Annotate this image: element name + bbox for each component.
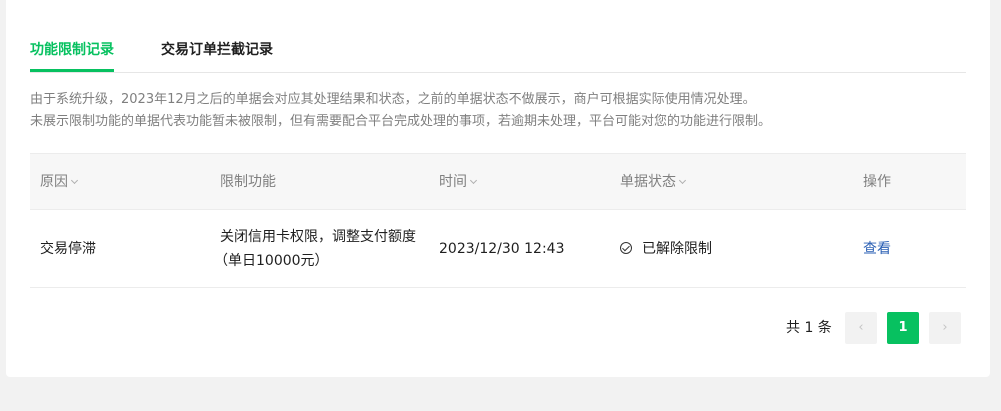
column-header-status[interactable]: 单据状态 xyxy=(620,173,687,191)
cell-function-line-1: 关闭信用卡权限，调整支付额度 xyxy=(220,229,416,245)
main-card: 功能限制记录 交易订单拦截记录 由于系统升级，2023年12月之后的单据会对应其… xyxy=(6,0,990,377)
pagination-total: 共 1 条 xyxy=(786,320,832,336)
prev-page-button[interactable]: ‹ xyxy=(845,312,877,344)
tab-bar: 功能限制记录 交易订单拦截记录 xyxy=(30,0,966,73)
column-header-status-label: 单据状态 xyxy=(620,174,676,190)
column-header-time[interactable]: 时间 xyxy=(439,173,478,191)
cell-reason: 交易停滞 xyxy=(40,241,96,257)
column-header-function-label: 限制功能 xyxy=(220,174,276,190)
table-row: 交易停滞 关闭信用卡权限，调整支付额度 （单日10000元） 2023/12/3… xyxy=(30,210,966,288)
chevron-down-icon xyxy=(70,176,79,185)
chevron-down-icon xyxy=(469,176,478,185)
notice-line-1: 由于系统升级，2023年12月之后的单据会对应其处理结果和状态，之前的单据状态不… xyxy=(30,92,756,107)
chevron-down-icon xyxy=(678,176,687,185)
tab-transaction-interception-records[interactable]: 交易订单拦截记录 xyxy=(161,40,273,60)
records-table: 原因 限制功能 时间 单据状态 操作 交易停滞 关闭信用卡权限，调整支付额度 （… xyxy=(30,153,966,288)
active-tab-indicator xyxy=(30,69,114,72)
column-header-time-label: 时间 xyxy=(439,174,467,190)
next-page-button[interactable]: › xyxy=(929,312,961,344)
cell-status: 已解除限制 xyxy=(620,237,712,261)
notice-line-2: 未展示限制功能的单据代表功能暂未被限制，但有需要配合平台完成处理的事项，若逾期未… xyxy=(30,114,772,129)
check-circle-icon xyxy=(620,242,632,254)
table-header: 原因 限制功能 时间 单据状态 操作 xyxy=(30,153,966,210)
column-header-action: 操作 xyxy=(863,173,891,191)
view-link[interactable]: 查看 xyxy=(863,237,891,261)
cell-function-line-2: （单日10000元） xyxy=(214,253,329,269)
chevron-right-icon: › xyxy=(942,320,948,335)
chevron-left-icon: ‹ xyxy=(858,320,864,335)
column-header-reason-label: 原因 xyxy=(40,174,68,190)
cell-function: 关闭信用卡权限，调整支付额度 （单日10000元） xyxy=(214,225,416,273)
column-header-reason[interactable]: 原因 xyxy=(40,173,79,191)
status-label: 已解除限制 xyxy=(642,241,712,257)
column-header-function: 限制功能 xyxy=(220,173,276,191)
pagination: 共 1 条 ‹ 1 › xyxy=(6,312,990,344)
cell-time: 2023/12/30 12:43 xyxy=(439,241,565,257)
tab-function-restriction-records[interactable]: 功能限制记录 xyxy=(30,40,114,60)
notice-text: 由于系统升级，2023年12月之后的单据会对应其处理结果和状态，之前的单据状态不… xyxy=(30,89,771,133)
page-button-current[interactable]: 1 xyxy=(887,312,919,344)
column-header-action-label: 操作 xyxy=(863,174,891,190)
